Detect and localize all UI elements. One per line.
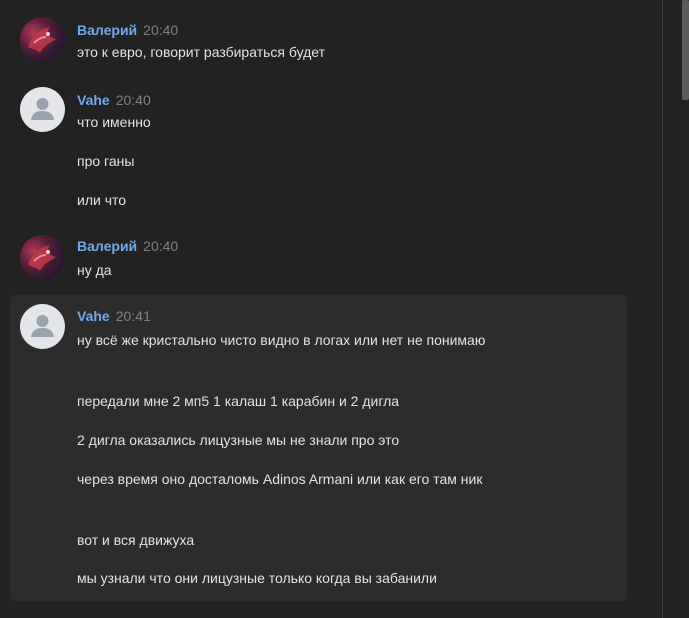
message-time[interactable]: 20:40	[116, 92, 151, 108]
message-header: Vahe 20:40	[77, 92, 151, 110]
message-header: Валерий 20:40	[77, 238, 178, 256]
message-time[interactable]: 20:40	[143, 22, 178, 38]
default-user-avatar[interactable]	[20, 304, 65, 349]
message-text: про ганы	[77, 153, 135, 169]
dragon-avatar[interactable]	[20, 235, 65, 280]
panel-divider	[662, 0, 663, 618]
message-group[interactable]: Валерий 20:40 это к евро, говорит разбира…	[10, 10, 627, 74]
message-text: это к евро, говорит разбираться будет	[77, 44, 326, 60]
message-text: передали мне 2 мп5 1 калаш 1 карабин и 2…	[77, 393, 400, 409]
message-text: ну всё же кристально чисто видно в логах…	[77, 332, 486, 348]
message-group-highlighted[interactable]: Vahe 20:41 ну всё же кристально чисто вид…	[10, 295, 627, 601]
message-text: через время оно досталомь Adinos Armani …	[77, 471, 483, 487]
author-name[interactable]: Валерий	[77, 22, 137, 38]
message-time[interactable]: 20:40	[143, 238, 178, 254]
chat-history: Валерий 20:40 это к евро, говорит разбира…	[0, 0, 638, 618]
message-text: или что	[77, 192, 127, 208]
message-time[interactable]: 20:41	[116, 308, 151, 324]
message-header: Валерий 20:40	[77, 22, 178, 40]
message-text: вот и вся движуха	[77, 532, 195, 548]
message-group[interactable]: Валерий 20:40 ну да	[10, 228, 627, 288]
message-header: Vahe 20:41	[77, 308, 151, 326]
dragon-avatar[interactable]	[20, 17, 65, 62]
message-text: ну да	[77, 262, 112, 278]
message-text: что именно	[77, 114, 151, 130]
message-text: 2 дигла оказались лицузные мы не знали п…	[77, 432, 400, 448]
message-text: мы узнали что они лицузные только когда …	[77, 570, 437, 586]
message-group[interactable]: Vahe 20:40 что именно про ганы или что	[10, 80, 627, 220]
author-name[interactable]: Валерий	[77, 238, 137, 254]
author-name[interactable]: Vahe	[77, 92, 110, 108]
scrollbar-thumb[interactable]	[682, 0, 689, 100]
default-user-avatar[interactable]	[20, 87, 65, 132]
author-name[interactable]: Vahe	[77, 308, 110, 324]
